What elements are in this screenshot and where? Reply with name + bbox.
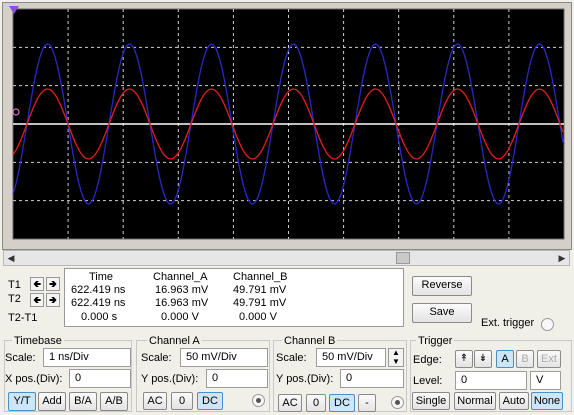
- trigger-level-input[interactable]: 0: [455, 371, 527, 390]
- t1-left-arrow-icon[interactable]: 🢀: [30, 277, 44, 291]
- t2-time: 622.419 ns: [71, 297, 126, 309]
- channel-b-title: Channel B: [282, 335, 338, 347]
- channel-a-dc-button[interactable]: DC: [197, 392, 223, 410]
- channel-b-radio[interactable]: [391, 396, 404, 409]
- t1-right-arrow-icon[interactable]: 🢂: [46, 277, 60, 291]
- channel-a-radio[interactable]: [252, 394, 265, 407]
- t2-label: T2: [8, 293, 21, 305]
- t2-channel-a: 16.963 mV: [155, 297, 209, 309]
- scroll-left-icon[interactable]: ◀: [4, 251, 18, 265]
- trigger-source-b-button[interactable]: B: [516, 350, 534, 368]
- timebase-title: Timebase: [12, 335, 64, 347]
- channel-a-ac-button[interactable]: AC: [143, 392, 167, 410]
- channel-b-scale-input[interactable]: 50 mV/Div: [316, 348, 386, 367]
- diff-channel-a: 0.000 V: [161, 311, 199, 323]
- reverse-button[interactable]: Reverse: [412, 276, 472, 296]
- channel-b-minus-button[interactable]: -: [358, 394, 376, 412]
- falling-edge-icon[interactable]: ↡: [474, 350, 492, 368]
- timebase-xpos-label: X pos.(Div):: [5, 373, 63, 385]
- channel-b-dc-button[interactable]: DC: [329, 394, 355, 412]
- channel-b-ypos-label: Y pos.(Div):: [276, 373, 334, 385]
- trigger-auto-button[interactable]: Auto: [499, 392, 529, 410]
- channel-a-scale-label: Scale:: [141, 352, 172, 364]
- scroll-right-icon[interactable]: ▶: [555, 251, 569, 265]
- channel-a-ypos-input[interactable]: 0: [206, 369, 268, 388]
- mode-yt-button[interactable]: Y/T: [8, 392, 36, 411]
- oscilloscope-screen: [2, 2, 572, 250]
- spin-up-icon[interactable]: ▲: [392, 348, 400, 357]
- trigger-level-label: Level:: [413, 375, 443, 387]
- mode-ab-button[interactable]: A/B: [100, 392, 128, 411]
- trigger-normal-button[interactable]: Normal: [454, 392, 496, 410]
- channel-b-ypos-input[interactable]: 0: [340, 369, 404, 388]
- t2-left-arrow-icon[interactable]: 🢀: [30, 293, 44, 307]
- col-header-channel-b: Channel_B: [233, 271, 288, 283]
- spin-down-icon[interactable]: ▼: [392, 357, 400, 366]
- measurement-table: Time Channel_A Channel_B 622.419 ns 16.9…: [64, 268, 404, 327]
- channel-a-scale-input[interactable]: 50 mV/Div: [180, 348, 268, 367]
- t2-right-arrow-icon[interactable]: 🢂: [46, 293, 60, 307]
- mode-add-button[interactable]: Add: [38, 392, 66, 411]
- diff-time: 0.000 s: [81, 311, 118, 323]
- channel-b-scale-label: Scale:: [276, 352, 307, 364]
- trigger-source-a-button[interactable]: A: [496, 350, 514, 368]
- t2-channel-b: 49.791 mV: [233, 297, 287, 309]
- rising-edge-icon[interactable]: ↟: [455, 350, 473, 368]
- diff-channel-b: 0.000 V: [239, 311, 277, 323]
- ext-trigger-label: Ext. trigger: [481, 317, 535, 329]
- trigger-level-unit[interactable]: V: [530, 371, 561, 390]
- channel-a-ypos-label: Y pos.(Div):: [141, 373, 199, 385]
- t1-channel-a: 16.963 mV: [155, 284, 209, 296]
- col-header-channel-a: Channel_A: [153, 271, 208, 283]
- channel-b-scale-spinner[interactable]: ▲ ▼: [388, 348, 404, 367]
- channel-b-ac-button[interactable]: AC: [278, 394, 302, 412]
- col-header-time: Time: [89, 271, 114, 283]
- timebase-xpos-input[interactable]: 0: [69, 369, 131, 388]
- mode-ba-button[interactable]: B/A: [69, 392, 97, 411]
- trigger-source-ext-button[interactable]: Ext: [537, 350, 561, 368]
- trigger-edge-label: Edge:: [413, 354, 442, 366]
- save-button[interactable]: Save: [412, 303, 472, 323]
- scope-display: [9, 6, 565, 240]
- timebase-scale-label: Scale:: [5, 352, 36, 364]
- channel-b-zero-button[interactable]: 0: [306, 394, 326, 412]
- trigger-none-button[interactable]: None: [531, 392, 563, 410]
- trigger-single-button[interactable]: Single: [412, 392, 450, 410]
- channel-a-title: Channel A: [147, 335, 202, 347]
- scroll-thumb[interactable]: [396, 252, 410, 264]
- t1-label: T1: [8, 279, 21, 291]
- t2-t1-label: T2-T1: [8, 312, 38, 324]
- ext-trigger-radio[interactable]: [541, 318, 554, 331]
- trigger-title: Trigger: [416, 335, 455, 347]
- channel-a-zero-button[interactable]: 0: [171, 392, 193, 410]
- t1-time: 622.419 ns: [71, 284, 126, 296]
- t1-channel-b: 49.791 mV: [233, 284, 287, 296]
- timebase-scale-input[interactable]: 1 ns/Div: [43, 348, 131, 367]
- horizontal-scrollbar[interactable]: ◀ ▶: [3, 250, 570, 266]
